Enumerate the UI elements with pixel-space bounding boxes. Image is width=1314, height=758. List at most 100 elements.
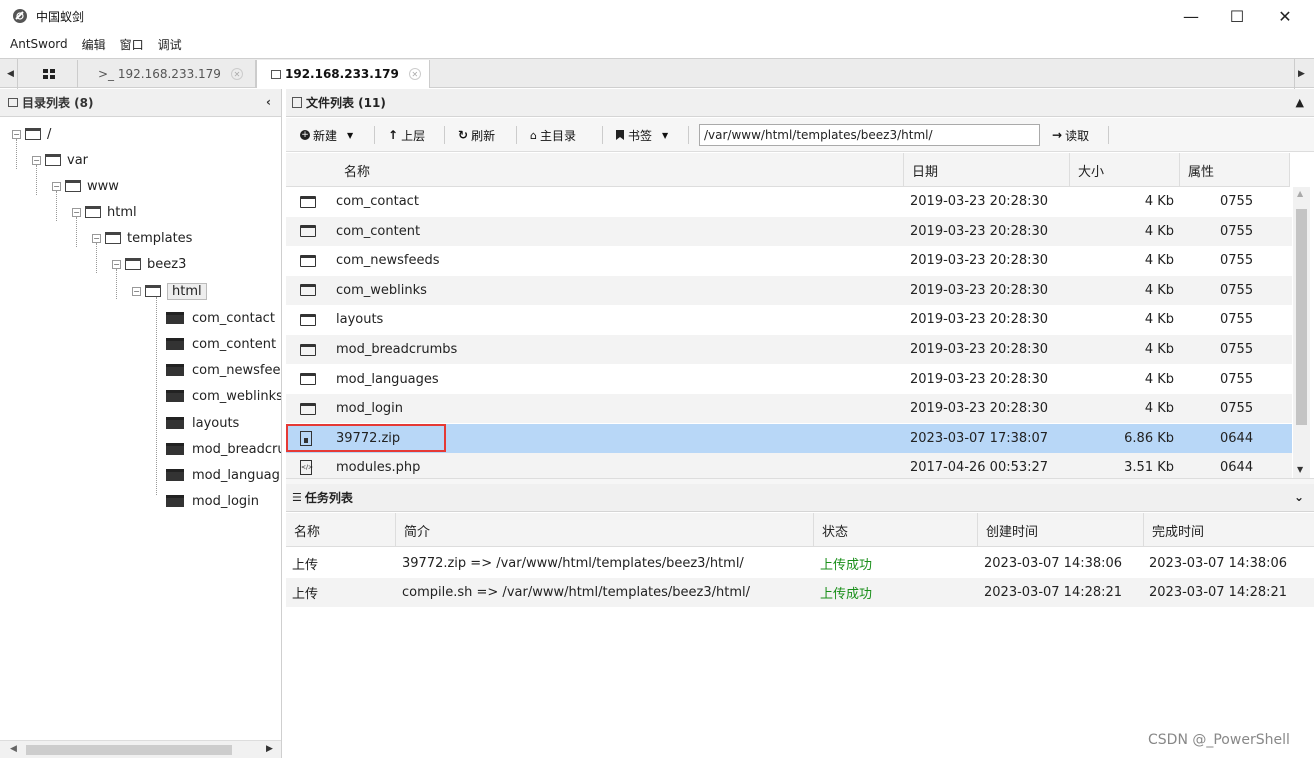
close-icon[interactable]: ✕	[230, 68, 243, 80]
file-date: 2019-03-23 20:28:30	[910, 401, 1049, 417]
file-row[interactable]: com_newsfeeds 2019-03-23 20:28:30 4 Kb 0755	[286, 246, 1292, 275]
home-dir-button[interactable]: ⌂ 主目录	[530, 124, 576, 146]
tree-node-templates[interactable]: − templates	[92, 227, 192, 249]
read-button[interactable]: → 读取	[1052, 124, 1089, 146]
scroll-left-icon[interactable]: ◀	[10, 744, 17, 754]
file-grid-header: 名称 日期 大小 属性	[286, 153, 1290, 187]
path-input[interactable]	[699, 124, 1040, 146]
chevron-down-icon[interactable]: ⌄	[1294, 490, 1304, 504]
task-row[interactable]: 上传 39772.zip => /var/www/html/templates/b…	[286, 549, 1314, 578]
folder-open-icon	[105, 232, 121, 244]
folder-icon	[300, 284, 316, 297]
file-size: 4 Kb	[1144, 401, 1174, 417]
scrollbar-thumb[interactable]	[26, 745, 232, 755]
tree-node-label: templates	[127, 230, 193, 246]
menu-antsword[interactable]: AntSword	[10, 37, 68, 51]
col-date[interactable]: 日期	[904, 153, 1070, 187]
task-col-created[interactable]: 创建时间	[978, 513, 1144, 547]
close-window-button[interactable]: ✕	[1262, 0, 1308, 32]
file-row[interactable]: mod_login 2019-03-23 20:28:30 4 Kb 0755	[286, 394, 1292, 424]
minimize-button[interactable]: —	[1168, 0, 1214, 32]
task-row[interactable]: 上传 compile.sh => /var/www/html/templates/…	[286, 578, 1314, 607]
file-attr: 0755	[1220, 371, 1254, 387]
collapse-icon[interactable]: −	[112, 259, 121, 269]
scroll-down-icon[interactable]: ▼	[1297, 465, 1303, 474]
tree-node-html[interactable]: − html	[72, 201, 137, 223]
scrollbar-thumb[interactable]	[1296, 209, 1307, 425]
menu-window[interactable]: 窗口	[120, 36, 144, 53]
file-row[interactable]: 39772.zip 2023-03-07 17:38:07 6.86 Kb 0644	[286, 423, 1292, 453]
file-row[interactable]: mod_breadcrumbs 2019-03-23 20:28:30 4 Kb 07…	[286, 335, 1292, 364]
file-row[interactable]: modules.php 2017-04-26 00:53:27 3.51 Kb 064…	[286, 453, 1292, 478]
task-col-status[interactable]: 状态	[814, 513, 978, 547]
parent-dir-button[interactable]: ↑ 上层	[388, 124, 425, 146]
bookmark-button[interactable]: 书签 ▼	[616, 124, 668, 146]
toolbar-divider	[516, 126, 517, 144]
file-row[interactable]: com_weblinks 2019-03-23 20:28:30 4 Kb 0755	[286, 275, 1292, 305]
scroll-right-icon[interactable]: ▶	[266, 744, 273, 754]
tree-node-root[interactable]: − /	[12, 123, 51, 145]
file-size: 3.51 Kb	[1124, 460, 1174, 476]
tab-file-manager[interactable]: 192.168.233.179 ✕	[256, 60, 430, 88]
task-name: 上传	[292, 558, 319, 573]
col-size[interactable]: 大小	[1070, 153, 1180, 187]
tree-node-www[interactable]: − www	[52, 175, 119, 197]
vertical-scrollbar[interactable]: ▲ ▼	[1293, 187, 1310, 478]
file-row[interactable]: layouts 2019-03-23 20:28:30 4 Kb 0755	[286, 305, 1292, 334]
tree-node-label: /	[47, 126, 52, 142]
collapse-icon[interactable]: −	[132, 286, 141, 296]
collapse-icon[interactable]: −	[92, 233, 101, 243]
col-name[interactable]: 名称	[336, 153, 904, 187]
file-date: 2023-03-07 17:38:07	[910, 430, 1049, 446]
file-attr: 0644	[1220, 430, 1254, 446]
tab-file-label: 192.168.233.179	[285, 67, 399, 81]
collapse-icon[interactable]: −	[52, 181, 61, 191]
file-date: 2019-03-23 20:28:30	[910, 312, 1049, 328]
menu-debug[interactable]: 调试	[158, 36, 182, 53]
collapse-panel-icon[interactable]: ‹	[266, 95, 271, 109]
folder-open-icon	[145, 285, 161, 297]
tab-scroll-left-icon[interactable]: ◀	[4, 59, 18, 89]
tree-node-layouts[interactable]: layouts	[166, 412, 239, 434]
tree-node-label: mod_breadcru	[192, 441, 281, 457]
tree-node-beez3[interactable]: − beez3	[112, 253, 186, 275]
document-icon	[8, 98, 18, 107]
tree-node-com-content[interactable]: com_content	[166, 333, 276, 355]
close-icon[interactable]: ✕	[408, 68, 421, 80]
tree-node-mod-languages[interactable]: mod_languag	[166, 464, 280, 486]
tree-node-var[interactable]: − var	[32, 149, 88, 171]
menu-edit[interactable]: 编辑	[82, 36, 106, 53]
task-col-finished[interactable]: 完成时间	[1144, 513, 1314, 547]
task-col-desc[interactable]: 简介	[396, 513, 814, 547]
tree-node-label: var	[67, 152, 89, 168]
file-row[interactable]: com_content 2019-03-23 20:28:30 4 Kb 0755	[286, 216, 1292, 246]
refresh-button[interactable]: ↻ 刷新	[458, 124, 495, 146]
tree-node-com-newsfeeds[interactable]: com_newsfee	[166, 359, 280, 381]
tree-node-mod-login[interactable]: mod_login	[166, 490, 259, 512]
file-panel: 文件列表 (11) ▲ + 新建 ▼ ↑ 上层 ↻ 刷新 ⌂ 主目录 书签 ▼	[286, 89, 1314, 758]
chevron-up-icon[interactable]: ▲	[1296, 96, 1304, 109]
col-attr[interactable]: 属性	[1180, 153, 1290, 187]
new-button[interactable]: + 新建 ▼	[300, 124, 353, 146]
horizontal-scrollbar[interactable]: ◀ ▶	[0, 740, 281, 758]
folder-icon	[300, 195, 316, 208]
arrow-up-icon: ↑	[388, 128, 399, 142]
task-col-name[interactable]: 名称	[286, 513, 396, 547]
arrow-right-icon: →	[1052, 128, 1063, 142]
collapse-icon[interactable]: −	[32, 155, 41, 165]
file-row[interactable]: mod_languages 2019-03-23 20:28:30 4 Kb 0755	[286, 365, 1292, 394]
maximize-button[interactable]: ☐	[1214, 0, 1260, 32]
tab-terminal[interactable]: >_ 192.168.233.179 ✕	[78, 60, 256, 88]
tree-node-label: html	[167, 282, 207, 300]
tab-scroll-right-icon[interactable]: ▶	[1294, 59, 1308, 89]
file-row[interactable]: com_contact 2019-03-23 20:28:30 4 Kb 0755	[286, 187, 1292, 216]
collapse-icon[interactable]: −	[12, 129, 21, 139]
tree-node-html-selected[interactable]: − html	[132, 280, 207, 302]
scroll-up-icon[interactable]: ▲	[1297, 189, 1303, 198]
tree-node-mod-breadcrumbs[interactable]: mod_breadcru	[166, 438, 281, 460]
file-name: com_weblinks	[336, 282, 427, 298]
tree-node-com-weblinks[interactable]: com_weblinks	[166, 385, 281, 407]
tree-node-com-contact[interactable]: com_contact	[166, 307, 275, 329]
collapse-icon[interactable]: −	[72, 207, 81, 217]
tab-home[interactable]	[20, 60, 78, 88]
